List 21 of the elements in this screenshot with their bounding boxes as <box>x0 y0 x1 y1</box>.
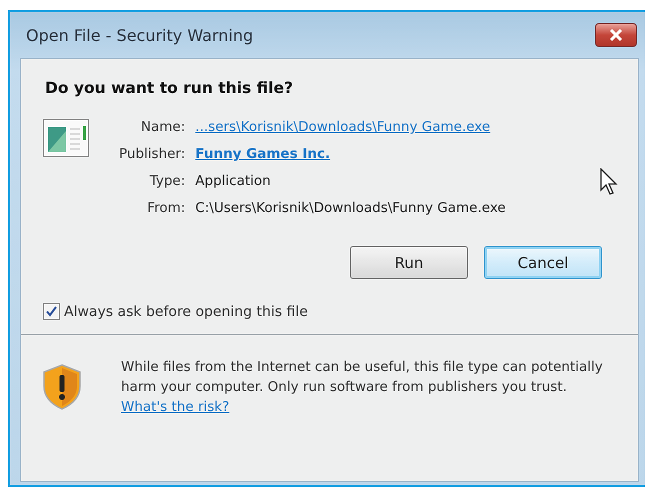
dialog-heading: Do you want to run this file? <box>45 79 294 97</box>
window-title: Open File - Security Warning <box>26 26 254 44</box>
field-label: Publisher: <box>119 146 186 162</box>
field-label: Type: <box>148 173 186 189</box>
close-icon <box>609 29 623 41</box>
dialog-button[interactable]: Run <box>350 246 468 279</box>
mouse-pointer-icon <box>600 168 618 196</box>
field-label: Name: <box>140 119 186 135</box>
shield-warning-icon <box>43 364 81 410</box>
warning-message: While files from the Internet can be useful, this file type can potentially harm your computer. Only run software from publishers you trust. What's the risk? <box>121 358 604 417</box>
risk-link[interactable]: What's the risk? <box>121 399 230 415</box>
file-path-link[interactable]: ...sers\Korisnik\Downloads\Funny Game.exe <box>195 119 506 135</box>
field-label: From: <box>146 200 186 216</box>
dialog-button[interactable]: Cancel <box>484 246 602 279</box>
field-value: C:\Users\Korisnik\Downloads\Funny Game.exe <box>195 200 506 216</box>
close-button[interactable] <box>595 23 637 47</box>
application-icon <box>43 119 89 157</box>
checkbox[interactable] <box>43 303 60 320</box>
field-value: Application <box>195 173 272 189</box>
publisher-link[interactable]: Funny Games Inc. <box>195 146 506 162</box>
checkbox-label[interactable]: Always ask before opening this file <box>64 304 308 320</box>
